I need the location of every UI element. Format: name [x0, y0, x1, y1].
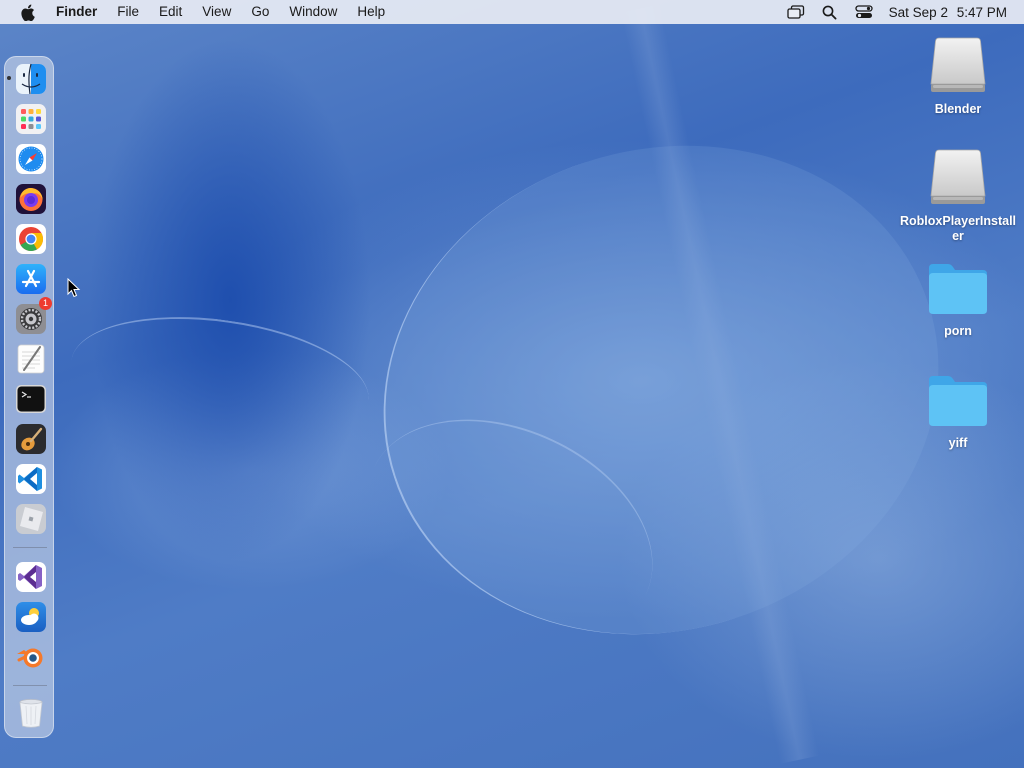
running-indicator	[7, 76, 11, 80]
dock-item-launchpad[interactable]	[15, 103, 47, 135]
chrome-icon	[16, 224, 46, 254]
dock-item-roblox[interactable]	[15, 503, 47, 535]
desktop-icon-label: RobloxPlayerInstaller	[900, 214, 1017, 243]
spotlight-search-icon[interactable]	[819, 0, 841, 24]
blender-icon	[17, 648, 43, 668]
clock-date: Sat Sep 2	[888, 4, 948, 20]
wallpaper-ribbon	[62, 299, 378, 463]
dock-item-terminal[interactable]	[15, 383, 47, 415]
desktop-icon-label: yiff	[948, 436, 968, 450]
dock-item-blender[interactable]	[15, 641, 47, 673]
desktop-icon-label: Blender	[934, 102, 982, 116]
vscode-icon	[16, 464, 46, 494]
launchpad-icon	[16, 104, 46, 134]
menu-view[interactable]: View	[192, 0, 241, 24]
garageband-icon	[16, 424, 46, 454]
control-center-icon[interactable]	[853, 0, 875, 24]
visual-studio-icon	[16, 562, 46, 592]
dock-item-chrome[interactable]	[15, 223, 47, 255]
wallpaper-ribbon	[331, 376, 689, 686]
folder-icon	[929, 264, 987, 314]
firefox-icon	[16, 184, 46, 214]
mouse-cursor-icon	[67, 278, 81, 298]
dock-item-finder[interactable]	[15, 63, 47, 95]
roblox-icon	[16, 504, 46, 534]
dock-item-weather[interactable]	[15, 601, 47, 633]
trash-icon	[19, 699, 43, 728]
dock-item-safari[interactable]	[15, 143, 47, 175]
dock: 1	[4, 56, 54, 738]
clock-time: 5:47 PM	[956, 4, 1007, 20]
screen-mirroring-icon[interactable]	[785, 0, 807, 24]
desktop-icon-roblox-installer[interactable]: RobloxPlayerInstaller	[900, 146, 1017, 244]
dock-item-trash[interactable]	[15, 697, 47, 729]
menu-help[interactable]: Help	[347, 0, 395, 24]
dock-separator	[13, 547, 47, 548]
menu-app-name[interactable]: Finder	[50, 0, 107, 24]
textedit-icon	[17, 344, 45, 374]
folder-icon	[929, 376, 987, 426]
apple-menu-icon[interactable]	[18, 3, 36, 21]
app-store-icon	[16, 264, 46, 294]
menu-window[interactable]: Window	[279, 0, 347, 24]
terminal-icon	[16, 385, 46, 413]
dock-item-garageband[interactable]	[15, 423, 47, 455]
desktop[interactable]: Finder File Edit View Go Window Help Sat…	[0, 0, 1024, 768]
desktop-icon-blender-dmg[interactable]: Blender	[903, 34, 1013, 117]
desktop-icon-folder-porn[interactable]: porn	[903, 260, 1013, 339]
menu-edit[interactable]: Edit	[149, 0, 192, 24]
dock-item-vscode[interactable]	[15, 463, 47, 495]
notification-badge: 1	[39, 297, 52, 310]
weather-icon	[16, 602, 46, 632]
dock-item-app-store[interactable]	[15, 263, 47, 295]
disk-image-icon	[930, 37, 986, 92]
desktop-icon-label: porn	[944, 324, 972, 338]
dock-item-firefox[interactable]	[15, 183, 47, 215]
menu-go[interactable]: Go	[241, 0, 279, 24]
menu-file[interactable]: File	[107, 0, 149, 24]
wallpaper-ribbon	[620, 4, 820, 764]
dock-separator	[13, 685, 47, 686]
menu-bar-clock[interactable]: Sat Sep 2 5:47 PM	[889, 5, 1007, 20]
finder-icon	[16, 63, 46, 95]
dock-item-visual-studio[interactable]	[15, 561, 47, 593]
desktop-icon-folder-yiff[interactable]: yiff	[903, 372, 1013, 451]
safari-icon	[16, 144, 46, 174]
wallpaper-ribbon	[319, 74, 1003, 706]
dock-item-system-settings[interactable]: 1	[15, 297, 52, 335]
dock-item-textedit[interactable]	[15, 343, 47, 375]
disk-image-icon	[930, 149, 986, 204]
menu-bar: Finder File Edit View Go Window Help Sat…	[0, 0, 1024, 24]
